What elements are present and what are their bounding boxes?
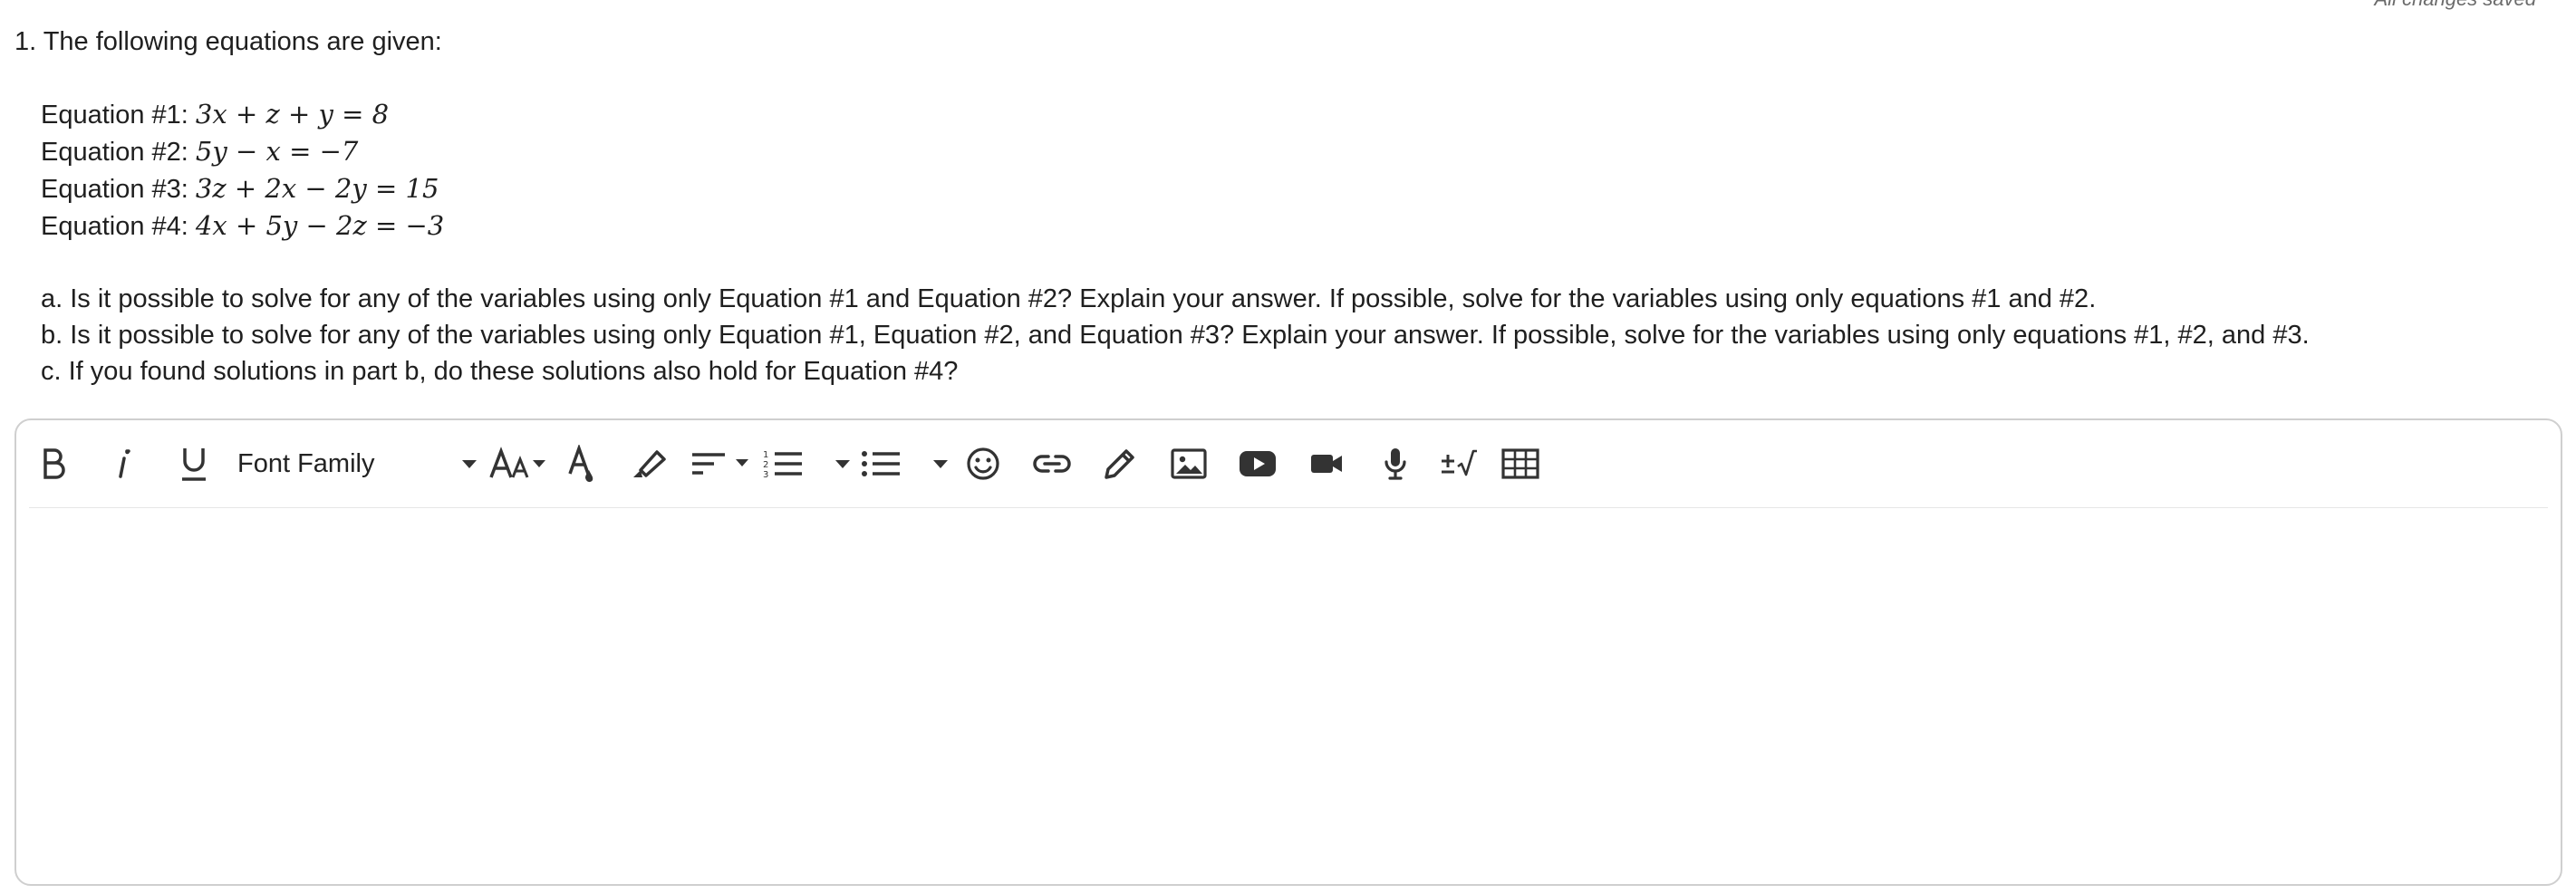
italic-icon	[119, 449, 130, 478]
question-parts: a. Is it possible to solve for any of th…	[14, 281, 2310, 389]
ordered-list-dropdown-icon[interactable]	[835, 460, 850, 468]
image-icon	[1171, 448, 1207, 479]
microphone-icon	[1384, 448, 1406, 480]
align-button[interactable]	[690, 442, 754, 485]
svg-text:3: 3	[763, 470, 768, 480]
emoji-icon	[967, 447, 999, 480]
bold-button[interactable]	[34, 442, 72, 485]
equation-row: Equation #2: 5y − x = −7	[41, 133, 2310, 170]
font-family-dropdown-icon[interactable]	[462, 460, 477, 468]
svg-text:2: 2	[763, 460, 768, 470]
video-camera-icon	[1311, 455, 1342, 473]
font-size-icon	[489, 447, 545, 478]
question-part-a: a. Is it possible to solve for any of th…	[41, 284, 2097, 313]
equation-expression: 3x + z + y = 8	[195, 99, 390, 130]
question-block: 1. The following equations are given: Eq…	[14, 24, 2310, 389]
highlight-button[interactable]	[627, 442, 671, 485]
font-family-label: Font Family	[237, 448, 375, 478]
editor-content-area[interactable]	[29, 511, 2548, 875]
font-family-select[interactable]: Font Family	[237, 442, 419, 485]
svg-text:1: 1	[763, 450, 768, 460]
audio-button[interactable]	[1375, 442, 1415, 485]
equation-label: Equation #3:	[41, 175, 196, 204]
link-button[interactable]	[1029, 442, 1075, 485]
bold-icon	[43, 448, 65, 479]
equation-label: Equation #1:	[41, 101, 196, 130]
question-part-b: b. Is it possible to solve for any of th…	[41, 321, 2310, 350]
highlight-icon	[633, 450, 666, 477]
font-size-button[interactable]	[489, 442, 549, 485]
equation-row: Equation #1: 3x + z + y = 8	[41, 96, 2310, 133]
editor-toolbar: Font Family 123	[29, 420, 2548, 508]
equation-list: Equation #1: 3x + z + y = 8 Equation #2:…	[14, 96, 2310, 245]
image-button[interactable]	[1167, 442, 1211, 485]
equation-label: Equation #4:	[41, 212, 196, 241]
underline-icon	[182, 448, 206, 481]
answer-editor: Font Family 123	[14, 418, 2562, 886]
ordered-list-icon: 123	[763, 450, 802, 480]
equation-row: Equation #3: 3z + 2x − 2y = 15	[41, 170, 2310, 207]
link-icon	[1033, 455, 1071, 473]
save-status: All changes saved	[2374, 0, 2536, 11]
equation-button[interactable]	[1435, 442, 1481, 485]
equation-expression: 3z + 2x − 2y = 15	[195, 173, 439, 204]
question-part-c: c. If you found solutions in part b, do …	[41, 357, 959, 386]
text-color-button[interactable]	[562, 442, 602, 485]
unordered-list-button[interactable]	[859, 442, 902, 485]
ordered-list-button[interactable]: 123	[761, 442, 805, 485]
draw-button[interactable]	[1098, 442, 1142, 485]
pencil-icon	[1105, 449, 1134, 479]
equation-row: Equation #4: 4x + 5y − 2z = −3	[41, 207, 2310, 245]
question-title: 1. The following equations are given:	[14, 27, 442, 56]
emoji-button[interactable]	[962, 442, 1004, 485]
underline-button[interactable]	[174, 442, 214, 485]
unordered-list-dropdown-icon[interactable]	[933, 460, 948, 468]
equation-icon	[1442, 449, 1477, 476]
table-icon	[1501, 448, 1539, 479]
equation-expression: 4x + 5y − 2z = −3	[195, 210, 445, 241]
text-color-icon	[568, 445, 593, 483]
table-button[interactable]	[1497, 442, 1544, 485]
equation-expression: 5y − x = −7	[195, 136, 359, 167]
equation-label: Equation #2:	[41, 138, 196, 167]
video-button[interactable]	[1305, 442, 1348, 485]
youtube-icon	[1240, 451, 1276, 476]
align-icon	[692, 453, 748, 475]
youtube-button[interactable]	[1236, 442, 1279, 485]
italic-button[interactable]	[105, 442, 143, 485]
unordered-list-icon	[862, 451, 900, 476]
